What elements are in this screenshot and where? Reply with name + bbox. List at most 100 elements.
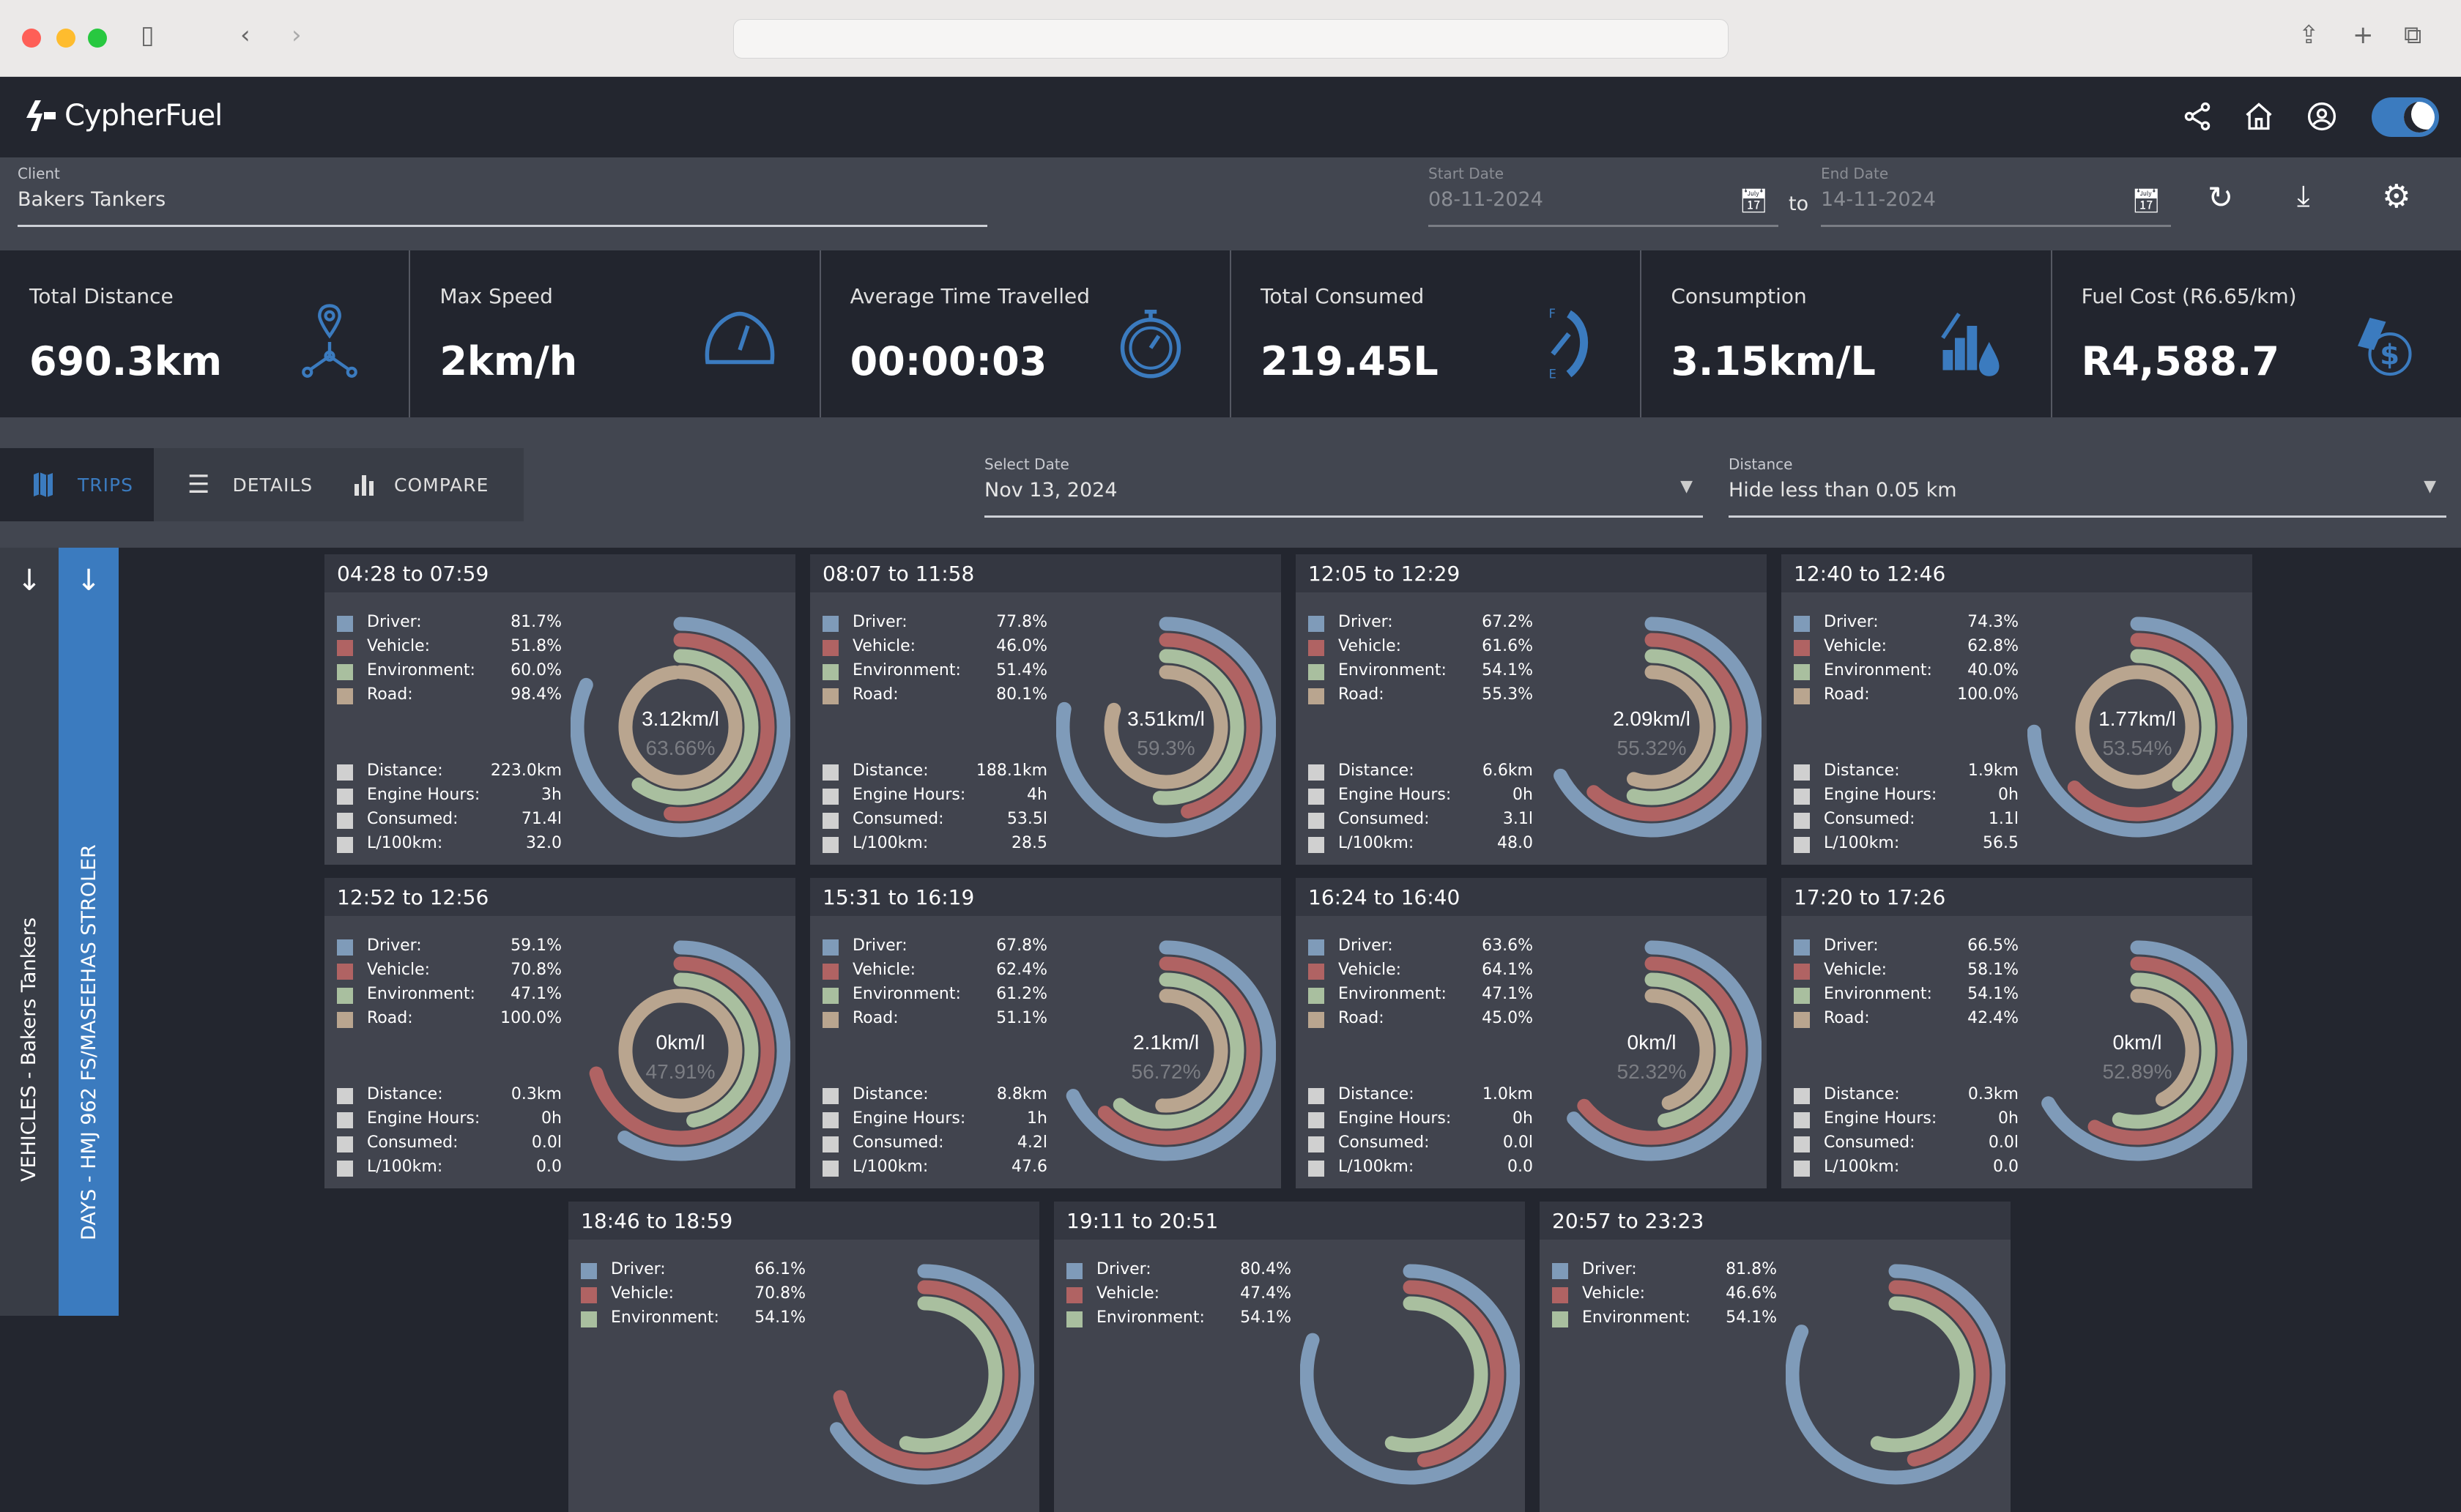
start-date-input[interactable]: 08-11-2024 bbox=[1428, 188, 1543, 211]
legend-swatch bbox=[823, 1112, 839, 1128]
legend-label: L/100km: bbox=[853, 1158, 929, 1176]
home-icon[interactable] bbox=[2243, 100, 2275, 133]
efficiency-value: 0km/l bbox=[656, 1031, 705, 1054]
to-label: to bbox=[1789, 193, 1809, 215]
vehicles-panel-toggle[interactable]: ↓ VEHICLES - Bakers Tankers bbox=[0, 548, 59, 1316]
legend-label: Environment: bbox=[853, 661, 961, 679]
legend-label: Environment: bbox=[1824, 661, 1932, 679]
maximize-window-button[interactable] bbox=[88, 29, 107, 48]
fuel-nozzle-dollar-icon: $ bbox=[2357, 318, 2412, 376]
kpi-title: Total Consumed bbox=[1260, 284, 1425, 308]
radial-bar-chart: 2.09km/l 55.32% bbox=[1554, 617, 1762, 838]
refresh-icon[interactable]: ↻ bbox=[2208, 179, 2233, 215]
tab-compare[interactable]: COMPARE bbox=[330, 448, 524, 521]
trip-card[interactable]: 15:31 to 16:19 Driver: 67.8% Vehicle: 62.4% E… bbox=[810, 878, 1281, 1188]
logo-icon bbox=[26, 100, 56, 131]
legend-swatch bbox=[1066, 1311, 1083, 1327]
legend-value: 54.1% bbox=[1726, 1308, 1777, 1327]
settings-gear-icon[interactable]: ⚙ bbox=[2382, 178, 2410, 215]
calendar-icon[interactable]: 📅︎ bbox=[2131, 187, 2161, 215]
share-icon[interactable]: ⇪ bbox=[2298, 21, 2320, 50]
legend-value: 0.0l bbox=[1502, 1133, 1533, 1152]
legend-row-environment: Environment: 54.1% bbox=[1552, 1308, 1777, 1330]
sidebar-toggle-icon[interactable]: ▯ bbox=[141, 21, 155, 50]
end-date-input[interactable]: 14-11-2024 bbox=[1821, 188, 1936, 211]
share-icon[interactable] bbox=[2181, 100, 2213, 133]
legend-row-driver: Driver: 63.6% bbox=[1308, 936, 1533, 958]
download-icon[interactable]: ⤓ bbox=[2297, 179, 2310, 213]
trip-card[interactable]: 20:57 to 23:23 Driver: 81.8% Vehicle: 46.6% E… bbox=[1540, 1202, 2011, 1512]
distance-value: Hide less than 0.05 km bbox=[1729, 479, 1957, 502]
legend-label: Road: bbox=[367, 1009, 413, 1027]
legend-value: 60.0% bbox=[511, 661, 562, 679]
trip-card[interactable]: 04:28 to 07:59 Driver: 81.7% Vehicle: 51.8% E… bbox=[324, 554, 795, 865]
logo[interactable]: CypherFuel bbox=[25, 99, 223, 133]
legend-value: 63.6% bbox=[1482, 936, 1533, 955]
svg-text:F: F bbox=[1548, 307, 1556, 321]
legend-row-engine-hours: Engine Hours: 0h bbox=[1308, 1109, 1533, 1131]
calendar-icon[interactable]: 📅︎ bbox=[1739, 187, 1769, 215]
trip-card[interactable]: 12:40 to 12:46 Driver: 74.3% Vehicle: 62.8% E… bbox=[1781, 554, 2252, 865]
client-input[interactable]: Bakers Tankers bbox=[18, 188, 166, 211]
tab-details[interactable]: ☰ DETAILS bbox=[154, 448, 330, 521]
account-icon[interactable] bbox=[2306, 100, 2338, 133]
legend-label: L/100km: bbox=[1824, 834, 1900, 852]
legend-row-distance: Distance: 1.9km bbox=[1794, 761, 2019, 783]
trip-card[interactable]: 12:05 to 12:29 Driver: 67.2% Vehicle: 61.6% E… bbox=[1296, 554, 1767, 865]
trip-card[interactable]: 16:24 to 16:40 Driver: 63.6% Vehicle: 64.1% E… bbox=[1296, 878, 1767, 1188]
legend-swatch bbox=[1308, 1088, 1324, 1104]
vehicles-label: VEHICLES - Bakers Tankers bbox=[18, 917, 40, 1182]
trip-card[interactable]: 12:52 to 12:56 Driver: 59.1% Vehicle: 70.8% E… bbox=[324, 878, 795, 1188]
legend-swatch bbox=[1308, 1112, 1324, 1128]
trip-card[interactable]: 19:11 to 20:51 Driver: 80.4% Vehicle: 47.4% E… bbox=[1054, 1202, 1525, 1512]
trip-card[interactable]: 17:20 to 17:26 Driver: 66.5% Vehicle: 58.1% E… bbox=[1781, 878, 2252, 1188]
days-panel-toggle[interactable]: ↓ DAYS - HMJ 962 FS/MASEEHAS STROLER bbox=[59, 548, 119, 1316]
address-bar[interactable] bbox=[733, 19, 1729, 59]
legend-label: Driver: bbox=[853, 936, 907, 955]
legend-row-l100: L/100km: 32.0 bbox=[337, 834, 562, 856]
arrow-down-icon[interactable]: ↓ bbox=[0, 564, 59, 597]
score-percent: 47.91% bbox=[646, 1060, 716, 1083]
close-window-button[interactable] bbox=[22, 29, 41, 48]
tab-trips[interactable]: TRIPS bbox=[0, 448, 154, 521]
view-tabs: TRIPS ☰ DETAILS COMPARE bbox=[0, 448, 524, 521]
legend-row-road: Road: 100.0% bbox=[1794, 685, 2019, 707]
legend-label: L/100km: bbox=[1338, 834, 1414, 852]
minimize-window-button[interactable] bbox=[56, 29, 75, 48]
new-tab-icon[interactable]: + bbox=[2353, 21, 2374, 50]
forward-icon[interactable]: › bbox=[292, 21, 302, 50]
legend-row-engine-hours: Engine Hours: 0h bbox=[1794, 786, 2019, 808]
trip-time-range: 18:46 to 18:59 bbox=[568, 1202, 1039, 1240]
legend-swatch bbox=[823, 764, 839, 781]
legend-value: 1h bbox=[1027, 1109, 1047, 1128]
kpi-value: 00:00:03 bbox=[850, 338, 1047, 384]
trip-card[interactable]: 08:07 to 11:58 Driver: 77.8% Vehicle: 46.0% E… bbox=[810, 554, 1281, 865]
legend-swatch bbox=[1794, 1012, 1810, 1028]
tabs-overview-icon[interactable]: ⧉ bbox=[2404, 21, 2421, 50]
legend-swatch bbox=[1794, 1088, 1810, 1104]
distance-filter-dropdown[interactable]: Distance Hide less than 0.05 km ▼ bbox=[1729, 455, 2446, 518]
legend-row-distance: Distance: 6.6km bbox=[1308, 761, 1533, 783]
arrow-down-icon[interactable]: ↓ bbox=[59, 564, 119, 597]
legend-value: 47.4% bbox=[1240, 1284, 1291, 1303]
trip-card[interactable]: 18:46 to 18:59 Driver: 66.1% Vehicle: 70.8% E… bbox=[568, 1202, 1039, 1512]
legend-value: 8.8km bbox=[996, 1085, 1047, 1103]
legend-row-environment: Environment: 61.2% bbox=[823, 985, 1047, 1007]
select-date-dropdown[interactable]: Select Date Nov 13, 2024 ▼ bbox=[984, 455, 1703, 518]
legend-label: Driver: bbox=[367, 613, 422, 631]
bar-chart-icon bbox=[355, 475, 374, 496]
legend-row-road: Road: 55.3% bbox=[1308, 685, 1533, 707]
legend-label: Driver: bbox=[367, 936, 422, 955]
speedometer-icon bbox=[705, 311, 775, 365]
legend-swatch bbox=[1794, 640, 1810, 656]
back-icon[interactable]: ‹ bbox=[240, 21, 250, 50]
legend-value: 66.1% bbox=[754, 1260, 806, 1278]
legend-label: Road: bbox=[853, 1009, 899, 1027]
legend-value: 77.8% bbox=[996, 613, 1047, 631]
dark-mode-toggle[interactable] bbox=[2372, 97, 2439, 137]
legend-swatch bbox=[337, 1161, 353, 1177]
legend-row-vehicle: Vehicle: 62.8% bbox=[1794, 637, 2019, 659]
legend-row-driver: Driver: 66.1% bbox=[581, 1260, 806, 1282]
end-date-label: End Date bbox=[1821, 165, 1889, 182]
legend-row-environment: Environment: 54.1% bbox=[1066, 1308, 1291, 1330]
